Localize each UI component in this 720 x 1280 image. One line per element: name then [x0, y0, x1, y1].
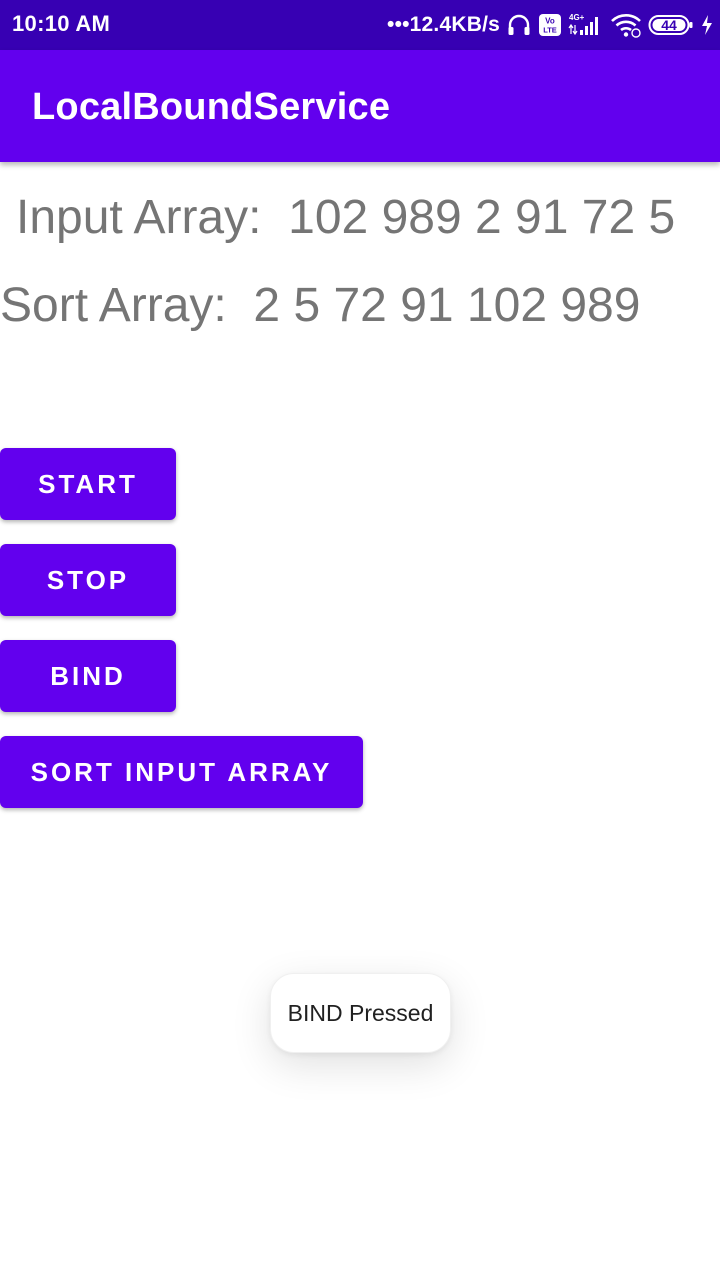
- svg-text:Vo: Vo: [545, 17, 555, 26]
- status-time: 10:10 AM: [12, 11, 111, 36]
- bind-button[interactable]: BIND: [0, 640, 176, 712]
- signal-label: 4G+: [569, 13, 585, 22]
- app-bar: LocalBoundService: [0, 50, 720, 162]
- sort-array-values: 2 5 72 91 102 989: [253, 279, 641, 332]
- sort-array-label: Sort Array:: [0, 279, 227, 332]
- screen: 10:10 AM •••12.4KB/s Vo LTE 4G+ 44 Local…: [0, 0, 720, 1280]
- battery-level: 44: [661, 17, 677, 33]
- signal-icon: 4G+: [568, 12, 604, 38]
- charging-bolt-icon: [700, 13, 714, 37]
- toast: BIND Pressed: [270, 973, 451, 1053]
- status-bar: 10:10 AM •••12.4KB/s Vo LTE 4G+ 44: [0, 0, 720, 50]
- stop-button[interactable]: STOP: [0, 544, 176, 616]
- wifi-icon: [610, 12, 642, 38]
- input-array-values: 102 989 2 91 72 5: [288, 191, 676, 244]
- input-array-text: Input Array: 102 989 2 91 72 5: [16, 190, 675, 245]
- svg-text:LTE: LTE: [543, 26, 557, 35]
- volte-icon: Vo LTE: [538, 13, 562, 37]
- sort-input-array-button[interactable]: SORT INPUT ARRAY: [0, 736, 363, 808]
- start-button[interactable]: START: [0, 448, 176, 520]
- headphones-icon: [506, 12, 532, 38]
- network-speed: •••12.4KB/s: [387, 13, 500, 36]
- toast-message: BIND Pressed: [287, 999, 434, 1026]
- sort-array-text: Sort Array: 2 5 72 91 102 989: [0, 278, 640, 333]
- input-array-label: Input Array:: [16, 191, 262, 244]
- battery-icon: 44: [648, 13, 694, 37]
- app-title: LocalBoundService: [32, 86, 391, 128]
- status-icons: •••12.4KB/s Vo LTE 4G+ 44: [387, 0, 714, 50]
